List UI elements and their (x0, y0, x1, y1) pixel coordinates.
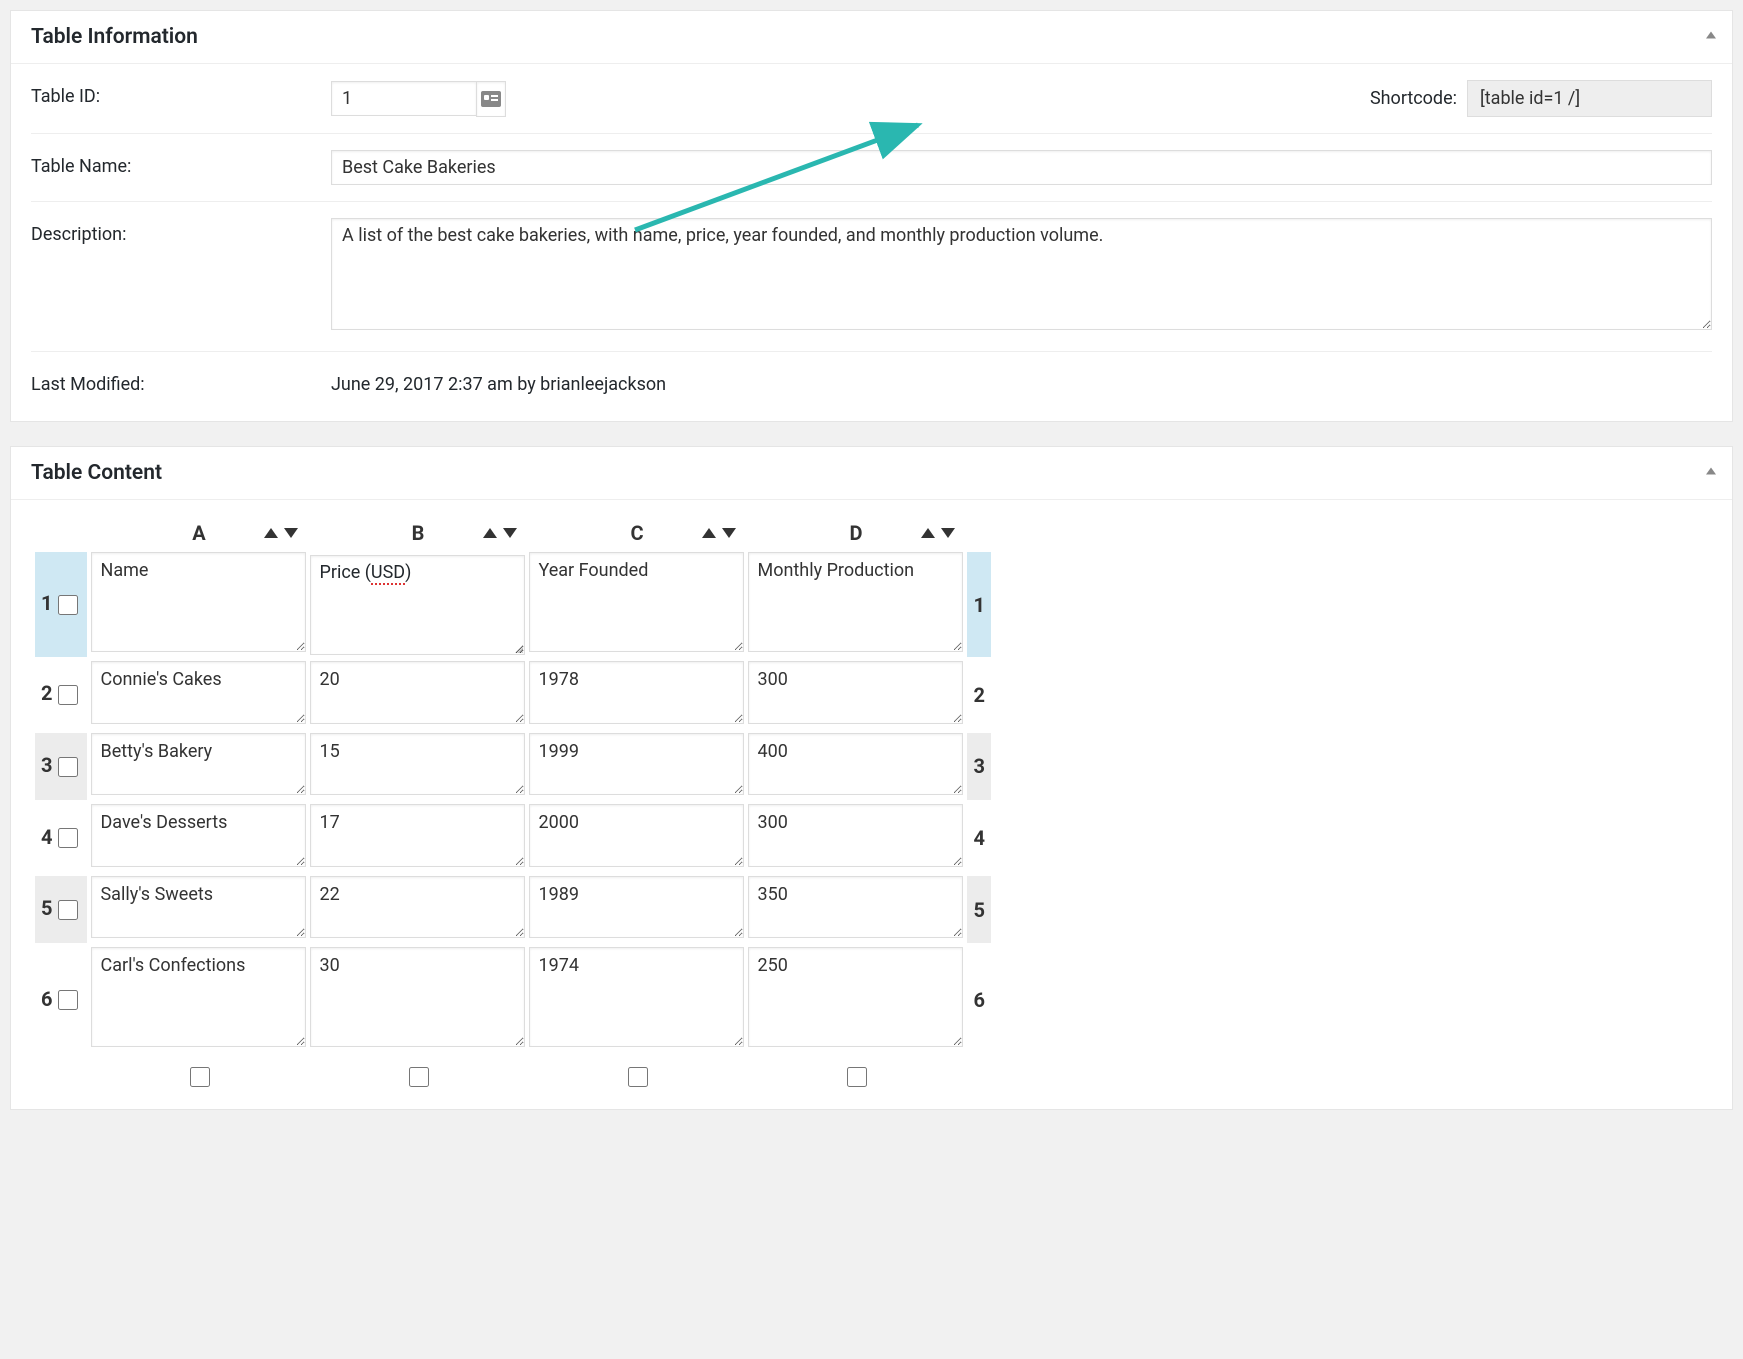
row-number-left[interactable]: 2 (35, 661, 87, 729)
row-select-checkbox[interactable] (58, 900, 78, 920)
cell-input[interactable] (310, 733, 525, 796)
sort-desc-icon[interactable] (941, 528, 955, 538)
cell-input[interactable]: Price (USD) (310, 555, 525, 655)
cell-input[interactable] (91, 876, 306, 939)
collapse-toggle[interactable] (1704, 27, 1718, 48)
column-header-B[interactable]: B (310, 518, 525, 548)
column-select-checkbox[interactable] (190, 1067, 210, 1087)
sort-desc-icon[interactable] (284, 528, 298, 538)
description-textarea[interactable] (331, 218, 1712, 330)
column-letter: C (630, 521, 643, 545)
row-number: 6 (973, 988, 984, 1012)
cell-input[interactable] (91, 733, 306, 796)
last-modified-value: June 29, 2017 2:37 am by brianleejackson (331, 368, 1712, 395)
row-number: 5 (973, 898, 984, 922)
cell-input[interactable] (529, 552, 744, 652)
row-number-left[interactable]: 6 (35, 947, 87, 1052)
cell-input[interactable] (529, 947, 744, 1047)
column-letter: A (192, 521, 205, 545)
id-card-icon (476, 81, 506, 117)
cell-input[interactable] (310, 661, 525, 724)
row-number: 6 (41, 987, 52, 1011)
row-number: 4 (41, 825, 52, 849)
row-select-checkbox[interactable] (58, 757, 78, 777)
row-select-checkbox[interactable] (58, 685, 78, 705)
cell-input[interactable] (529, 804, 744, 867)
row-number-right[interactable]: 6 (967, 947, 990, 1052)
column-select-checkbox[interactable] (847, 1067, 867, 1087)
sort-asc-icon[interactable] (264, 528, 278, 538)
shortcode-label: Shortcode: (1370, 88, 1457, 109)
column-letter: D (849, 521, 862, 545)
cell-input[interactable] (529, 661, 744, 724)
sort-desc-icon[interactable] (503, 528, 517, 538)
row-number: 1 (41, 591, 52, 615)
row-number-left[interactable]: 1 (35, 552, 87, 657)
cell-input[interactable] (91, 947, 306, 1047)
column-header-C[interactable]: C (529, 518, 744, 548)
row-select-checkbox[interactable] (58, 990, 78, 1010)
panel-header: Table Information (11, 11, 1732, 64)
row-number-left[interactable]: 3 (35, 733, 87, 801)
table-editor-grid: A B C D 1 Price (USD) 1 2 2 3 3 4 4 5 5 6 6 (31, 514, 995, 1095)
column-header-A[interactable]: A (91, 518, 306, 548)
cell-input[interactable] (91, 804, 306, 867)
table-content-panel: Table Content A B C D 1 Price (USD) 1 2 2 3 3 4 4 5 5 6… (10, 446, 1733, 1110)
cell-input[interactable] (748, 661, 963, 724)
column-header-D[interactable]: D (748, 518, 963, 548)
cell-input[interactable] (529, 876, 744, 939)
row-select-checkbox[interactable] (58, 595, 78, 615)
cell-input[interactable] (91, 661, 306, 724)
cell-input[interactable] (529, 733, 744, 796)
description-label: Description: (31, 218, 331, 245)
panel-title: Table Content (31, 461, 1712, 485)
sort-desc-icon[interactable] (722, 528, 736, 538)
row-number-left[interactable]: 5 (35, 876, 87, 944)
cell-input[interactable] (748, 552, 963, 652)
row-number: 3 (41, 753, 52, 777)
table-name-label: Table Name: (31, 150, 331, 177)
column-letter: B (412, 521, 425, 545)
column-select-checkbox[interactable] (628, 1067, 648, 1087)
table-id-label: Table ID: (31, 80, 331, 107)
row-number: 2 (973, 683, 984, 707)
column-select-checkbox[interactable] (409, 1067, 429, 1087)
sort-asc-icon[interactable] (702, 528, 716, 538)
row-number: 1 (973, 593, 984, 617)
row-number-right[interactable]: 5 (967, 876, 990, 944)
shortcode-readonly[interactable]: [table id=1 /] (1467, 80, 1712, 117)
cell-input[interactable] (310, 947, 525, 1047)
row-number: 2 (41, 681, 52, 705)
table-information-panel: Table Information Table ID: (10, 10, 1733, 422)
collapse-toggle[interactable] (1704, 463, 1718, 484)
sort-asc-icon[interactable] (483, 528, 497, 538)
row-number-right[interactable]: 1 (967, 552, 990, 657)
row-number-left[interactable]: 4 (35, 804, 87, 872)
row-number-right[interactable]: 2 (967, 661, 990, 729)
row-number-right[interactable]: 3 (967, 733, 990, 801)
cell-input[interactable] (748, 804, 963, 867)
last-modified-label: Last Modified: (31, 368, 331, 395)
row-number-right[interactable]: 4 (967, 804, 990, 872)
row-number: 3 (973, 754, 984, 778)
sort-asc-icon[interactable] (921, 528, 935, 538)
panel-title: Table Information (31, 25, 1712, 49)
panel-header: Table Content (11, 447, 1732, 500)
table-name-input[interactable] (331, 150, 1712, 185)
cell-input[interactable] (748, 733, 963, 796)
row-select-checkbox[interactable] (58, 828, 78, 848)
table-id-input[interactable] (331, 81, 476, 116)
cell-input[interactable] (748, 876, 963, 939)
cell-input[interactable] (310, 804, 525, 867)
cell-input[interactable] (310, 876, 525, 939)
row-number: 5 (41, 896, 52, 920)
cell-input[interactable] (748, 947, 963, 1047)
row-number: 4 (973, 826, 984, 850)
cell-input[interactable] (91, 552, 306, 652)
